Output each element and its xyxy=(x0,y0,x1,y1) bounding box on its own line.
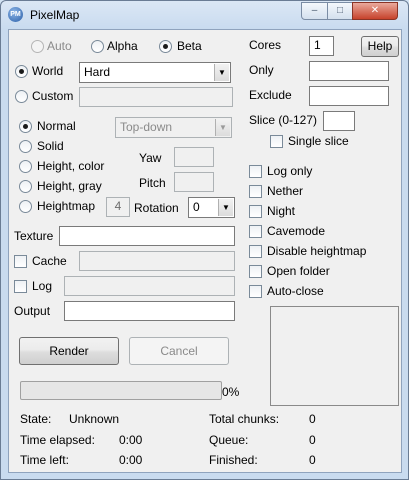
time-elapsed-label: Time elapsed: xyxy=(20,433,95,447)
single-slice-label[interactable]: Single slice xyxy=(288,134,349,148)
yaw-label: Yaw xyxy=(139,151,162,165)
texture-label: Texture xyxy=(14,229,54,243)
app-window: PM PixelMap – □ ✕ Auto Alpha Beta World … xyxy=(0,0,409,480)
night-checkbox[interactable] xyxy=(249,205,262,218)
log-input xyxy=(64,276,235,296)
disable-heightmap-checkbox[interactable] xyxy=(249,245,262,258)
log-only-label[interactable]: Log only xyxy=(267,164,312,178)
auto-close-checkbox[interactable] xyxy=(249,285,262,298)
nether-label[interactable]: Nether xyxy=(267,184,303,198)
radio-normal[interactable] xyxy=(19,120,32,133)
world-select-value: Hard xyxy=(84,65,111,79)
map-preview-panel xyxy=(270,306,399,406)
window-title: PixelMap xyxy=(30,8,80,22)
app-logo-icon: PM xyxy=(8,7,23,22)
finished-value: 0 xyxy=(309,453,316,467)
finished-label: Finished: xyxy=(209,453,258,467)
state-value: Unknown xyxy=(69,412,120,426)
disable-heightmap-label[interactable]: Disable heightmap xyxy=(267,244,366,258)
progress-percent: 0% xyxy=(222,385,240,399)
rotation-select-value: 0 xyxy=(193,200,200,214)
heightmap-value-input: 4 xyxy=(106,197,130,217)
output-input[interactable] xyxy=(64,301,235,321)
radio-alpha[interactable] xyxy=(91,40,104,53)
radio-solid-label[interactable]: Solid xyxy=(37,139,64,153)
radio-height-gray[interactable] xyxy=(19,180,32,193)
chevron-down-icon: ▼ xyxy=(218,199,233,216)
cavemode-checkbox[interactable] xyxy=(249,225,262,238)
chevron-down-icon: ▼ xyxy=(215,119,230,136)
time-elapsed-value: 0:00 xyxy=(119,433,143,447)
view-select: Top-down ▼ xyxy=(115,117,232,138)
only-label: Only xyxy=(249,63,274,77)
exclude-label: Exclude xyxy=(249,88,292,102)
time-left-value: 0:00 xyxy=(119,453,143,467)
radio-custom-label[interactable]: Custom xyxy=(32,89,73,103)
exclude-input[interactable] xyxy=(309,86,389,106)
yaw-input xyxy=(174,147,214,167)
cavemode-label[interactable]: Cavemode xyxy=(267,224,325,238)
open-folder-checkbox[interactable] xyxy=(249,265,262,278)
slice-input[interactable] xyxy=(323,111,355,131)
log-only-checkbox[interactable] xyxy=(249,165,262,178)
radio-beta[interactable] xyxy=(159,40,172,53)
radio-normal-label[interactable]: Normal xyxy=(37,119,76,133)
world-select[interactable]: Hard ▼ xyxy=(79,62,231,83)
radio-solid[interactable] xyxy=(19,140,32,153)
render-progress-bar xyxy=(20,381,222,400)
radio-heightmap[interactable] xyxy=(19,200,32,213)
minimize-button[interactable]: – xyxy=(301,2,328,20)
cores-input[interactable]: 1 xyxy=(309,36,334,56)
radio-height-color-label[interactable]: Height, color xyxy=(37,159,104,173)
radio-height-color[interactable] xyxy=(19,160,32,173)
output-label: Output xyxy=(14,304,51,318)
radio-beta-label[interactable]: Beta xyxy=(177,39,202,53)
help-button[interactable]: Help xyxy=(361,36,399,57)
client-area: Auto Alpha Beta World Hard ▼ Custom Norm… xyxy=(8,29,402,473)
time-left-label: Time left: xyxy=(20,453,69,467)
auto-close-label[interactable]: Auto-close xyxy=(267,284,324,298)
chevron-down-icon: ▼ xyxy=(214,64,229,81)
custom-path-input xyxy=(79,87,233,107)
single-slice-checkbox[interactable] xyxy=(270,135,283,148)
title-bar[interactable]: PM PixelMap – □ ✕ xyxy=(1,1,408,28)
view-select-value: Top-down xyxy=(120,120,173,134)
log-label[interactable]: Log xyxy=(32,279,52,293)
queue-label: Queue: xyxy=(209,433,249,447)
rotation-label: Rotation xyxy=(134,201,179,215)
radio-custom[interactable] xyxy=(15,90,28,103)
pitch-label: Pitch xyxy=(139,176,166,190)
nether-checkbox[interactable] xyxy=(249,185,262,198)
radio-auto xyxy=(31,40,44,53)
log-checkbox[interactable] xyxy=(14,280,27,293)
slice-label: Slice (0-127) xyxy=(249,113,318,127)
state-label: State: xyxy=(20,412,52,426)
cache-checkbox[interactable] xyxy=(14,255,27,268)
open-folder-label[interactable]: Open folder xyxy=(267,264,330,278)
cores-label: Cores xyxy=(249,38,282,52)
cache-input xyxy=(79,251,235,271)
queue-value: 0 xyxy=(309,433,316,447)
render-button[interactable]: Render xyxy=(19,337,119,365)
radio-alpha-label[interactable]: Alpha xyxy=(107,39,138,53)
total-chunks-label: Total chunks: xyxy=(209,412,280,426)
close-button[interactable]: ✕ xyxy=(352,2,398,20)
cancel-button: Cancel xyxy=(129,337,229,365)
rotation-select[interactable]: 0 ▼ xyxy=(188,197,235,218)
only-input[interactable] xyxy=(309,61,389,81)
pitch-input xyxy=(174,172,214,192)
total-chunks-value: 0 xyxy=(309,412,316,426)
radio-world[interactable] xyxy=(15,65,28,78)
maximize-button[interactable]: □ xyxy=(327,2,353,20)
radio-height-gray-label[interactable]: Height, gray xyxy=(37,179,102,193)
night-label[interactable]: Night xyxy=(267,204,295,218)
radio-world-label[interactable]: World xyxy=(32,64,63,78)
radio-heightmap-label[interactable]: Heightmap xyxy=(37,199,95,213)
radio-auto-label: Auto xyxy=(47,39,72,53)
cache-label[interactable]: Cache xyxy=(32,254,67,268)
texture-input[interactable] xyxy=(59,226,235,246)
